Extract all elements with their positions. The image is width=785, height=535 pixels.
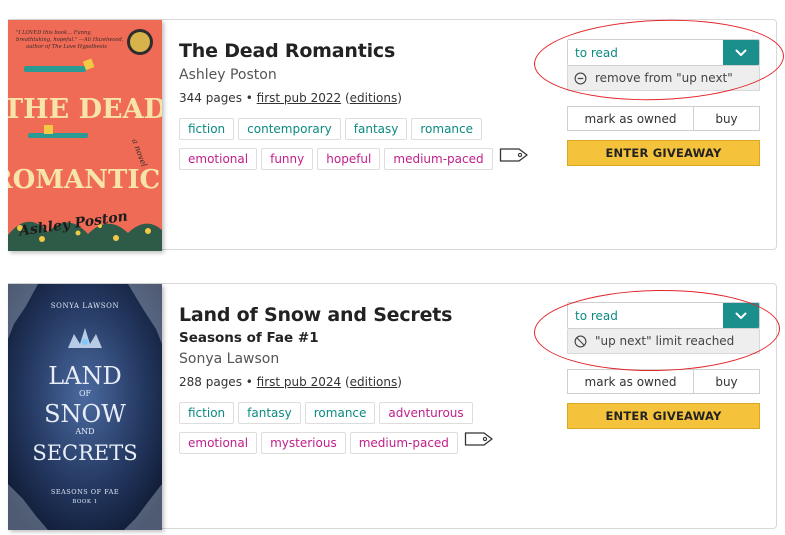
cover-title-1: THE DEAD [8,94,162,125]
enter-giveaway-button[interactable]: ENTER GIVEAWAY [567,403,760,429]
tag-genre[interactable]: fiction [179,402,235,424]
shelf-label[interactable]: to read [568,303,723,328]
book-actions-1: to read remove from "up next" mark as ow… [567,39,760,166]
tag-icon[interactable] [464,430,494,448]
book-meta: 344 pages • first pub 2022 (editions) [179,88,549,108]
tag-genre[interactable]: fiction [179,118,235,140]
shelf-dropdown[interactable]: to read [567,39,760,66]
tag-mood[interactable]: emotional [179,431,258,454]
mark-as-owned-button[interactable]: mark as owned [567,106,694,131]
tag-genre[interactable]: contemporary [238,118,341,140]
page-count: 288 pages [179,375,242,389]
cover-title-of: OF [79,389,92,398]
first-pub-link[interactable]: first pub 2022 [257,91,341,105]
up-next-label: "up next" limit reached [595,334,735,348]
book-author[interactable]: Ashley Poston [179,64,549,86]
tag-pace[interactable]: medium-paced [384,147,493,170]
tag-list: fiction fantasy romance adventurous emotion… [179,402,559,460]
cover-author-caps: SONYA LAWSON [51,302,120,310]
chevron-down-icon[interactable] [723,40,759,65]
cover-title-2: ROMANTICS [8,165,162,195]
editions-link[interactable]: editions [350,375,398,389]
buy-button[interactable]: buy [694,106,760,131]
editions-close: ) [397,91,402,105]
cover-book-num: BOOK 1 [72,499,98,505]
cover-blurb-1: "I LOVED this book... Funny, [16,30,92,36]
shelf-dropdown[interactable]: to read [567,302,760,329]
tag-mood[interactable]: funny [261,147,314,170]
minus-circle-icon [574,72,587,84]
cover-blurb-2: breathtaking, hopeful." —Ali Hazelwood, [16,37,124,43]
chevron-down-icon[interactable] [723,303,759,328]
tag-genre[interactable]: romance [304,402,376,424]
cover-blurb-3: author of The Love Hypothesis [26,44,107,50]
book-info-1: The Dead Romantics Ashley Poston 344 pag… [179,38,549,176]
cover-title-snow: SNOW [44,400,126,428]
tag-mood[interactable]: mysterious [261,431,346,454]
book-actions-2: to read "up next" limit reached mark as … [567,302,760,429]
book-card-2: SONYA LAWSON LAND OF SNOW AND SECRETS SE… [8,283,777,530]
no-entry-icon [574,335,587,347]
up-next-limit: "up next" limit reached [567,329,760,354]
editions-close: ) [397,375,402,389]
tag-genre[interactable]: fantasy [344,118,408,140]
cover-title-land: LAND [48,362,122,390]
book-title[interactable]: Land of Snow and Secrets [179,302,549,328]
book-card-1: "I LOVED this book... Funny, breathtakin… [8,19,777,251]
tag-pace[interactable]: medium-paced [349,431,458,454]
mark-as-owned-button[interactable]: mark as owned [567,369,694,394]
book-series[interactable]: Seasons of Fae #1 [179,328,549,348]
tag-genre[interactable]: romance [411,118,483,140]
editions-link[interactable]: editions [350,91,398,105]
up-next-remove[interactable]: remove from "up next" [567,66,760,91]
page-count: 344 pages [179,91,242,105]
cover-title-and: AND [74,427,94,436]
up-next-label: remove from "up next" [595,71,733,85]
first-pub-link[interactable]: first pub 2024 [257,375,341,389]
cover-title-secrets: SECRETS [32,441,137,465]
owned-buy-row: mark as owned buy [567,369,760,394]
book-cover-1[interactable]: "I LOVED this book... Funny, breathtakin… [8,20,162,251]
enter-giveaway-button[interactable]: ENTER GIVEAWAY [567,140,760,166]
book-meta: 288 pages • first pub 2024 (editions) [179,372,549,392]
shelf-label[interactable]: to read [568,40,723,65]
buy-button[interactable]: buy [694,369,760,394]
tag-mood[interactable]: emotional [179,147,258,170]
tag-icon[interactable] [499,146,529,164]
meta-separator: • [241,91,257,105]
cover-series-caps: SEASONS OF FAE [51,488,119,496]
book-cover-2[interactable]: SONYA LAWSON LAND OF SNOW AND SECRETS SE… [8,284,162,530]
book-title[interactable]: The Dead Romantics [179,38,549,64]
owned-buy-row: mark as owned buy [567,106,760,131]
tag-mood[interactable]: hopeful [317,147,381,170]
tag-list: fiction contemporary fantasy romance emotio… [179,118,559,176]
tag-mood[interactable]: adventurous [379,402,473,424]
book-info-2: Land of Snow and Secrets Seasons of Fae … [179,302,549,460]
tag-genre[interactable]: fantasy [238,402,301,424]
book-author[interactable]: Sonya Lawson [179,348,549,370]
meta-separator: • [241,375,257,389]
